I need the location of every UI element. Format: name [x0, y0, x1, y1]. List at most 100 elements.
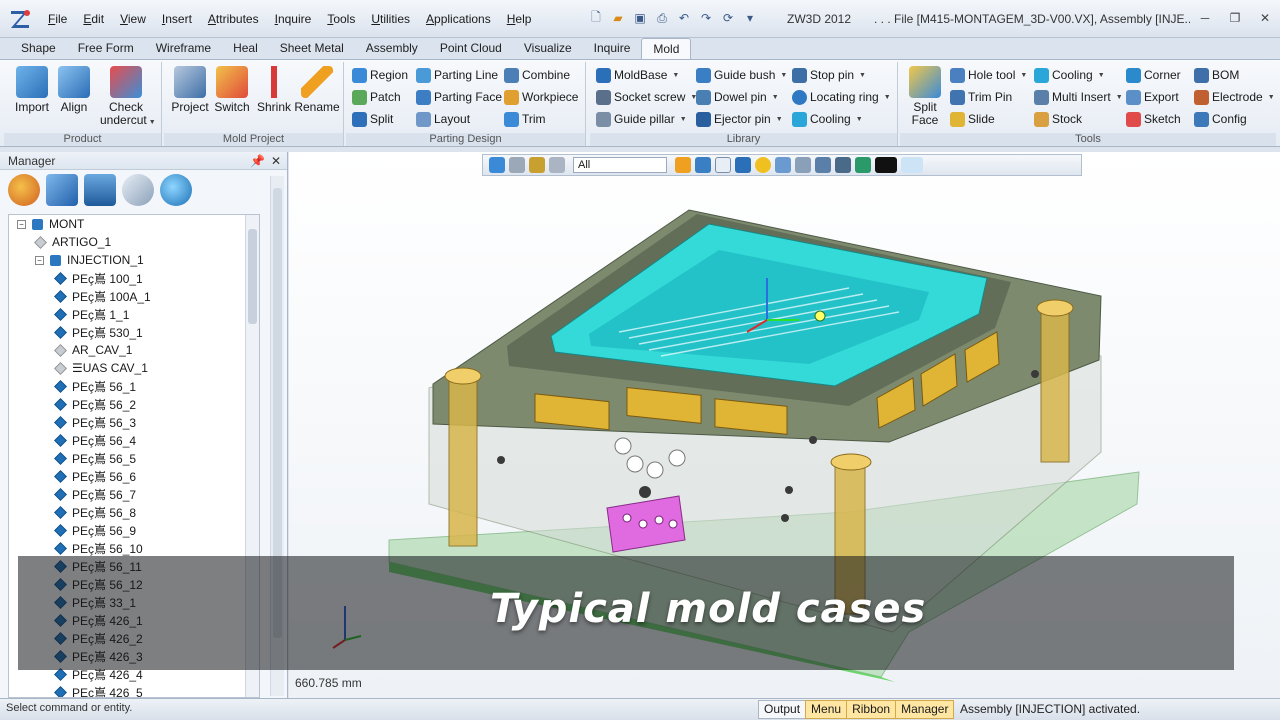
- edit-icon[interactable]: [509, 157, 525, 173]
- tree-node[interactable]: PEç嶌 56_4: [54, 431, 136, 449]
- pick-filter-icon[interactable]: [489, 157, 505, 173]
- tree-node[interactable]: PEç嶌 56_7: [54, 485, 136, 503]
- trim-button[interactable]: Trim: [504, 109, 546, 129]
- ribbon-toggle[interactable]: Ribbon: [846, 700, 897, 719]
- background-light-icon[interactable]: [901, 157, 923, 173]
- tab-mold[interactable]: Mold: [641, 38, 692, 59]
- menu-toggle[interactable]: Menu: [805, 700, 848, 719]
- pin-icon[interactable]: 📌: [250, 154, 265, 168]
- menu-utilities[interactable]: Utilities: [363, 0, 418, 38]
- tab-assembly[interactable]: Assembly: [355, 38, 429, 59]
- rename-button[interactable]: Rename: [292, 64, 342, 130]
- switch-button[interactable]: Switch: [208, 64, 256, 130]
- parting-face-button[interactable]: Parting Face: [416, 87, 502, 107]
- tree-node[interactable]: PEç嶌 530_1: [54, 323, 143, 341]
- slide-button[interactable]: Slide: [950, 109, 995, 129]
- tree-node[interactable]: − MONT: [17, 215, 84, 233]
- tree-node[interactable]: PEç嶌 56_5: [54, 449, 136, 467]
- tree-node[interactable]: PEç嶌 56_3: [54, 413, 136, 431]
- tree-node[interactable]: PEç嶌 100A_1: [54, 287, 151, 305]
- assembly-manager-icon[interactable]: [46, 174, 78, 206]
- pick-filter-select[interactable]: All: [573, 157, 667, 173]
- tree-node[interactable]: AR_CAV_1: [54, 341, 132, 359]
- undo-icon[interactable]: ↶: [676, 10, 692, 26]
- menu-help[interactable]: Help: [499, 0, 540, 38]
- part-icon[interactable]: [529, 157, 545, 173]
- import-button[interactable]: Import: [8, 64, 56, 130]
- menu-applications[interactable]: Applications: [418, 0, 499, 38]
- tab-wireframe[interactable]: Wireframe: [145, 38, 222, 59]
- close-icon[interactable]: ✕: [271, 154, 281, 168]
- region-button[interactable]: Region: [352, 65, 408, 85]
- zw3d-logo-icon[interactable]: [8, 7, 32, 31]
- open-file-icon[interactable]: ▰: [610, 10, 626, 26]
- tree-node[interactable]: PEç嶌 100_1: [54, 269, 143, 287]
- check-undercut-button[interactable]: Check undercut ▼: [100, 64, 156, 130]
- tree-node[interactable]: PEç嶌 1_1: [54, 305, 129, 323]
- menu-insert[interactable]: Insert: [154, 0, 200, 38]
- library-cooling-button[interactable]: Cooling ▼: [792, 109, 863, 129]
- bom-button[interactable]: BOM: [1194, 65, 1239, 85]
- minimize-icon[interactable]: ─: [1190, 6, 1220, 30]
- tab-point-cloud[interactable]: Point Cloud: [429, 38, 513, 59]
- guide-bush-button[interactable]: Guide bush ▼: [696, 65, 787, 85]
- tree-node[interactable]: ARTIGO_1: [34, 233, 111, 251]
- menu-inquire[interactable]: Inquire: [267, 0, 320, 38]
- shrink-button[interactable]: Shrink: [250, 64, 298, 130]
- tab-sheet-metal[interactable]: Sheet Metal: [269, 38, 355, 59]
- tree-scrollbar-thumb[interactable]: [248, 229, 257, 324]
- ejector-pin-button[interactable]: Ejector pin ▼: [696, 109, 783, 129]
- tree-node[interactable]: PEç嶌 426_5: [54, 683, 143, 697]
- zoom-fit-icon[interactable]: [775, 157, 791, 173]
- render-icon[interactable]: [755, 157, 771, 173]
- repeat-icon[interactable]: ⟳: [720, 10, 736, 26]
- export-button[interactable]: Export: [1126, 87, 1179, 107]
- combine-button[interactable]: Combine: [504, 65, 570, 85]
- project-button[interactable]: Project: [166, 64, 214, 130]
- section-icon[interactable]: [815, 157, 831, 173]
- workpiece-button[interactable]: Workpiece: [504, 87, 578, 107]
- redefine-icon[interactable]: [549, 157, 565, 173]
- wireframe-view-icon[interactable]: [715, 157, 731, 173]
- view-manager-icon[interactable]: [122, 174, 154, 206]
- tools-cooling-button[interactable]: Cooling ▼: [1034, 65, 1105, 85]
- tree-node[interactable]: PEç嶌 56_9: [54, 521, 136, 539]
- collapse-toggle-icon[interactable]: −: [17, 219, 26, 229]
- shaded-mode-icon[interactable]: [675, 157, 691, 173]
- tree-node[interactable]: PEç嶌 56_2: [54, 395, 136, 413]
- tree-node[interactable]: PEç嶌 56_8: [54, 503, 136, 521]
- customize-dropdown-icon[interactable]: ▾: [742, 10, 758, 26]
- tree-node[interactable]: PEç嶌 56_6: [54, 467, 136, 485]
- tree-node[interactable]: ☰UAS CAV_1: [54, 359, 148, 377]
- split-button[interactable]: Split: [352, 109, 393, 129]
- tree-node[interactable]: − INJECTION_1: [35, 251, 144, 269]
- menu-file[interactable]: File: [40, 0, 75, 38]
- cube-view-icon[interactable]: [695, 157, 711, 173]
- tab-inquire[interactable]: Inquire: [583, 38, 642, 59]
- menu-tools[interactable]: Tools: [319, 0, 363, 38]
- tab-visualize[interactable]: Visualize: [513, 38, 583, 59]
- config-button[interactable]: Config: [1194, 109, 1247, 129]
- restore-icon[interactable]: ❐: [1220, 6, 1250, 30]
- print-icon[interactable]: ⎙: [654, 10, 670, 26]
- close-icon[interactable]: ✕: [1250, 6, 1280, 30]
- menu-view[interactable]: View: [112, 0, 154, 38]
- tab-heal[interactable]: Heal: [222, 38, 269, 59]
- corner-button[interactable]: Corner: [1126, 65, 1181, 85]
- palette-icon[interactable]: [8, 174, 40, 206]
- tree-node[interactable]: PEç嶌 56_1: [54, 377, 136, 395]
- stop-pin-button[interactable]: Stop pin ▼: [792, 65, 866, 85]
- menu-attributes[interactable]: Attributes: [200, 0, 267, 38]
- locating-ring-button[interactable]: Locating ring ▼: [792, 87, 891, 107]
- clipping-icon[interactable]: [795, 157, 811, 173]
- multi-insert-button[interactable]: Multi Insert ▼: [1034, 87, 1123, 107]
- colors-icon[interactable]: [855, 157, 871, 173]
- dowel-pin-button[interactable]: Dowel pin ▼: [696, 87, 779, 107]
- moldbase-button[interactable]: MoldBase ▼: [596, 65, 679, 85]
- output-toggle[interactable]: Output: [758, 700, 807, 719]
- trim-pin-button[interactable]: Trim Pin: [950, 87, 1012, 107]
- display-icon[interactable]: [835, 157, 851, 173]
- stock-button[interactable]: Stock: [1034, 109, 1082, 129]
- split-face-button[interactable]: Split Face: [902, 64, 948, 130]
- new-file-icon[interactable]: 🗋: [588, 10, 604, 26]
